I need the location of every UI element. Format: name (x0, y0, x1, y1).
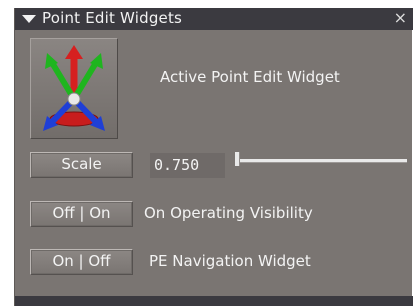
active-widget-label: Active Point Edit Widget (160, 68, 340, 86)
navigation-toggle-button[interactable]: On | Off (30, 249, 133, 275)
panel-bottom-strip (15, 296, 413, 306)
transform-gizmo-icon (43, 45, 105, 131)
scale-slider-handle[interactable] (235, 152, 240, 166)
visibility-label: On Operating Visibility (144, 204, 313, 222)
point-edit-widgets-panel: Point Edit Widgets × Active Point Edit W (14, 8, 413, 306)
navigation-label: PE Navigation Widget (149, 252, 311, 270)
panel-title: Point Edit Widgets (42, 9, 183, 27)
caret-down-icon[interactable] (22, 15, 36, 23)
visibility-toggle-button[interactable]: Off | On (30, 201, 133, 227)
widget-icon-button[interactable] (30, 38, 118, 139)
close-icon[interactable]: × (394, 8, 407, 27)
scale-slider[interactable] (235, 152, 407, 166)
scale-value-field[interactable]: 0.750 (150, 153, 225, 178)
panel-titlebar[interactable]: Point Edit Widgets × (15, 8, 413, 30)
scale-button[interactable]: Scale (30, 152, 133, 178)
